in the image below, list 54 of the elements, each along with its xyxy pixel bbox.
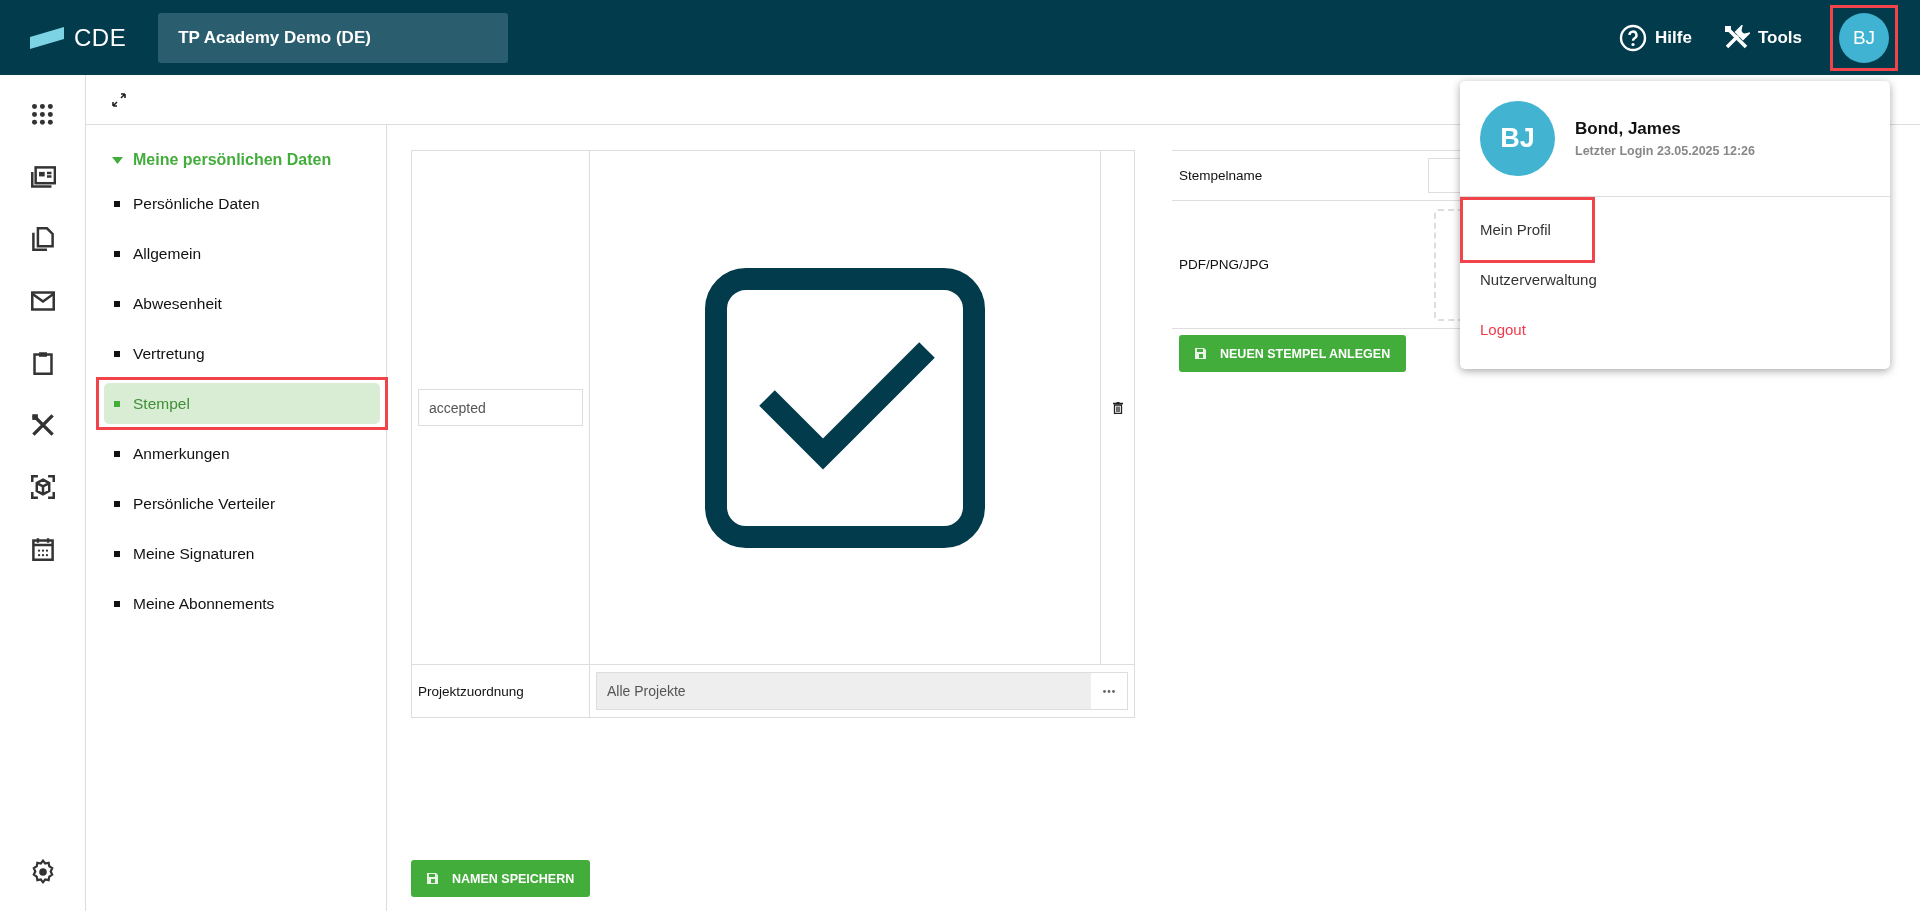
nav-item[interactable]: Persönliche Verteiler [104, 483, 380, 524]
nav-item[interactable]: Vertretung [104, 333, 380, 374]
field-label: PDF/PNG/JPG [1178, 257, 1270, 272]
help-button[interactable]: Hilfe [1615, 19, 1696, 56]
user-name: Bond, James [1575, 119, 1682, 139]
nav-item[interactable]: Allgemein [104, 233, 380, 274]
field-label: Stempelname [1178, 168, 1264, 183]
newspaper-button[interactable] [29, 164, 56, 190]
tools-button[interactable] [29, 412, 56, 438]
save-icon [427, 873, 438, 884]
nav-item[interactable]: Meine Abonnements [104, 583, 380, 624]
nav-item[interactable]: Meine Signaturen [104, 533, 380, 574]
cube-scan-icon [29, 474, 56, 500]
project-selector[interactable]: TP Academy Demo (DE) [158, 12, 509, 63]
menu-item[interactable]: Nutzerverwaltung [1460, 255, 1617, 305]
save-icon [1195, 348, 1206, 359]
newspaper-icon [29, 164, 56, 190]
field-label: Projektzuordnung [418, 683, 524, 699]
bullet-icon [114, 300, 120, 307]
apps-button[interactable] [29, 102, 56, 128]
calendar-button[interactable] [29, 536, 56, 562]
envelope-icon [29, 288, 56, 314]
project-field[interactable]: Alle Projekte [596, 672, 1128, 710]
bullet-icon [114, 250, 120, 257]
bullet-icon [114, 400, 120, 407]
expand-icon[interactable] [112, 92, 126, 107]
tools-icon [29, 412, 56, 438]
nav-item[interactable]: Persönliche Daten [104, 183, 380, 224]
stamp-name-field[interactable]: accepted [418, 389, 583, 426]
bullet-icon [114, 500, 120, 507]
documents-icon [29, 226, 56, 252]
logo-text: CDE [74, 23, 127, 52]
user-avatar: BJ [1480, 101, 1555, 176]
more-icon [1103, 689, 1115, 693]
tools-button[interactable]: Tools [1719, 20, 1806, 55]
tools-icon [1723, 24, 1750, 51]
calendar-icon [29, 536, 56, 562]
menu-item[interactable]: Logout [1460, 305, 1546, 355]
menu-item[interactable]: Mein Profil [1460, 205, 1571, 255]
delete-icon[interactable] [1112, 401, 1123, 414]
bullet-icon [114, 550, 120, 557]
bullet-icon [114, 450, 120, 457]
bullet-icon [114, 350, 120, 357]
bullet-icon [114, 200, 120, 207]
logo-icon [30, 26, 64, 49]
nav-item[interactable]: Anmerkungen [104, 433, 380, 474]
envelope-button[interactable] [29, 288, 56, 314]
cube-scan-button[interactable] [29, 474, 56, 500]
apps-icon [29, 102, 56, 128]
last-login-text: Letzter Login 23.05.2025 12:26 [1575, 144, 1755, 158]
help-icon [1619, 23, 1648, 52]
documents-button[interactable] [29, 226, 56, 252]
nav-item[interactable]: Abwesenheit [104, 283, 380, 324]
bullet-icon [114, 600, 120, 607]
